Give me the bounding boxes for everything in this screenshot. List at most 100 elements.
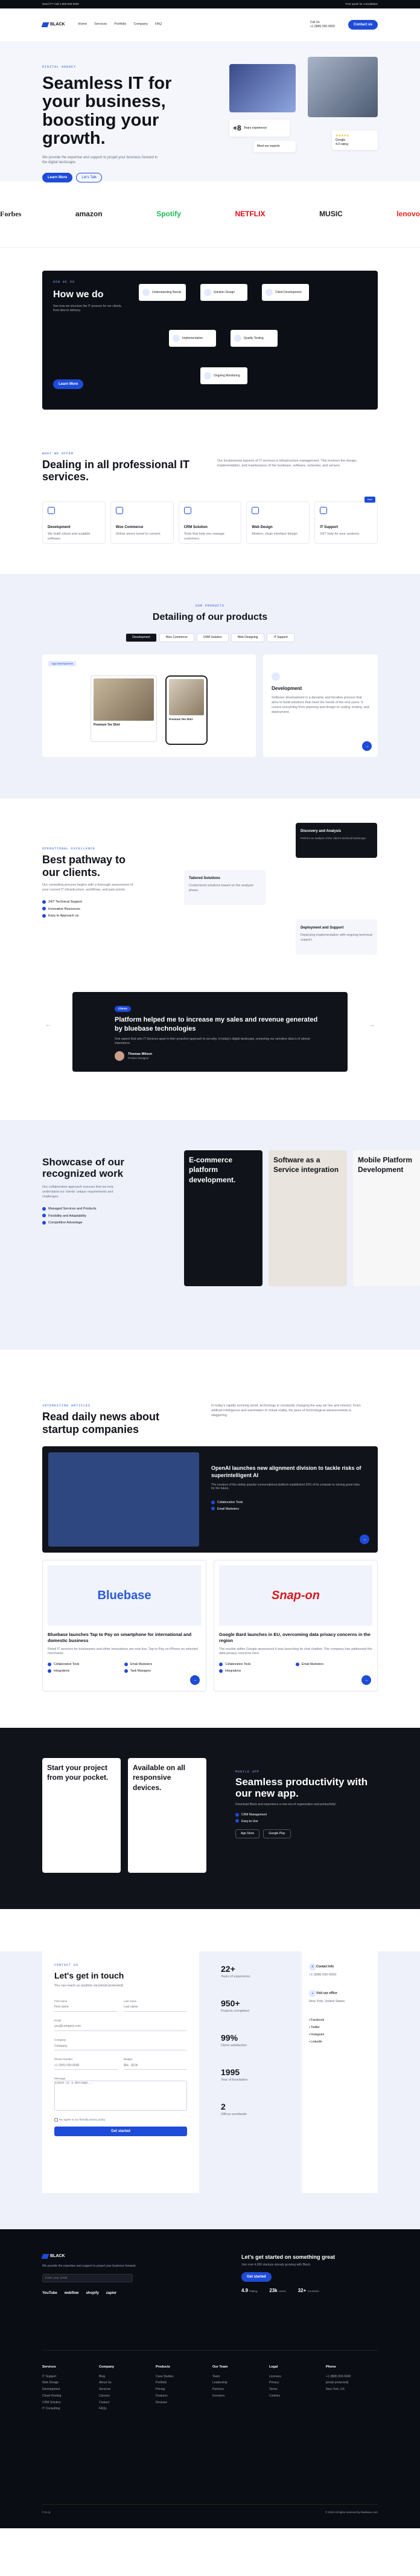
step-implementation: Implementation xyxy=(169,330,216,347)
nav-item-home[interactable]: Home xyxy=(78,22,88,27)
company-field[interactable] xyxy=(54,2042,187,2051)
experience-value: +8 xyxy=(233,124,241,132)
app-tag: App Development xyxy=(48,661,76,667)
product-mock-desktop: Premium Tee Shirt xyxy=(91,675,157,742)
location-icon: ⌖ xyxy=(309,1990,316,1998)
arrow-right-icon[interactable]: → xyxy=(360,1534,369,1545)
agree-checkbox[interactable] xyxy=(54,2117,58,2122)
featured-image xyxy=(48,1452,199,1547)
next-arrow-icon[interactable]: → xyxy=(369,1021,375,1029)
pathway-point: 24/7 Technical Support xyxy=(42,899,139,906)
prev-arrow-icon[interactable]: ← xyxy=(45,1021,51,1029)
arrow-right-icon[interactable]: → xyxy=(361,1675,371,1686)
contact-note: You can reach us anytime via [email prot… xyxy=(54,1983,123,1988)
social-instagram[interactable]: ▪ Instagram xyxy=(309,2031,371,2038)
service-card-development[interactable]: Development We build robust and scalable … xyxy=(42,501,106,544)
rating-value: 4.9 rating xyxy=(336,142,348,146)
social-linkedin[interactable]: ▪ LinkedIn xyxy=(309,2038,371,2046)
news-section: Interesting articles Read daily news abo… xyxy=(0,1350,420,1728)
nav-item-portfolio[interactable]: Portfolio xyxy=(114,22,126,27)
tab-web-designing[interactable]: Web Designing xyxy=(231,633,265,643)
services-desc: Our fundamental aspects of IT services i… xyxy=(217,459,357,468)
news-card-bluebase[interactable]: Bluebase Bluebase launches Tap to Pay on… xyxy=(42,1560,206,1692)
product-preview: App Development Premium Tee Shirt Premiu… xyxy=(42,654,256,758)
service-card-it-support[interactable]: IT Support 24/7 help for your systems. xyxy=(314,501,378,544)
nav-item-company[interactable]: Company xyxy=(133,22,148,27)
product-tabs: Development Woo Commerce CRM Solution We… xyxy=(42,633,378,643)
products-section: Our products Detailing of our products D… xyxy=(0,574,420,799)
budget-field[interactable] xyxy=(124,2061,187,2070)
app-card-pocket: Start your project from your pocket. xyxy=(42,1758,121,1873)
experience-label: Years experience xyxy=(243,126,267,130)
hero-subtitle: We provide the expertise and support to … xyxy=(42,155,158,165)
arrow-right-icon[interactable]: → xyxy=(362,741,372,752)
author-role: Product Designer xyxy=(128,1057,149,1060)
last-name-field[interactable] xyxy=(124,2003,187,2012)
arrow-right-icon[interactable]: → xyxy=(190,1675,200,1686)
footer-news-title: Let's get started on something great xyxy=(241,2254,336,2261)
submit-button[interactable]: Get started xyxy=(54,2127,187,2137)
meet-experts-label: Meet our experts xyxy=(257,144,280,148)
footer-news-text: Join over 4,000 startups already growing… xyxy=(241,2263,311,2267)
step-monitoring: Ongoing Monitoring xyxy=(200,367,247,384)
pathway-point: Easy to Approach us xyxy=(42,913,139,920)
tab-woo-commerce[interactable]: Woo Commerce xyxy=(159,633,194,643)
service-card-woocommerce[interactable]: Woo Commerce Online stores tuned to conve… xyxy=(110,501,174,544)
app-card-responsive: Available on all responsive devices. xyxy=(128,1758,206,1873)
nav-item-faq[interactable]: FAQ xyxy=(155,22,162,27)
footer-about: We provide the expertise and support to … xyxy=(42,2264,136,2268)
avatar xyxy=(115,1051,124,1061)
phone-number[interactable]: +1 (888) 000-0000 xyxy=(310,25,335,29)
author-name: Thomas Milson xyxy=(128,1052,153,1056)
hero-image-expert xyxy=(308,57,378,117)
lets-talk-button[interactable]: Let's Talk xyxy=(76,172,103,182)
nav-item-services[interactable]: Services xyxy=(94,22,107,27)
pathway-point: Innovative Resources xyxy=(42,906,139,913)
top-bar-right[interactable]: Free quote for consultation xyxy=(345,2,378,6)
email-field[interactable] xyxy=(54,2022,187,2031)
how-we-do-section: How we do How we do See how we structure… xyxy=(0,248,420,434)
footer: BLACK We provide the expertise and suppo… xyxy=(0,2229,420,2529)
phone-field[interactable] xyxy=(54,2061,118,2070)
featured-article[interactable]: OpenAI launches new alignment division t… xyxy=(42,1446,378,1553)
first-name-field[interactable] xyxy=(54,2003,118,2012)
social-twitter[interactable]: ▪ Twitter xyxy=(309,2024,371,2031)
step-testing: Quality Testing xyxy=(231,330,278,347)
tab-crm[interactable]: CRM Solution xyxy=(196,633,229,643)
news-card-snapon[interactable]: Snap-on Google Bard launches in EU, over… xyxy=(214,1560,378,1692)
new-badge: New xyxy=(364,497,375,503)
tab-development[interactable]: Development xyxy=(126,633,157,643)
footer-links: Services IT Support Web Design Development C… xyxy=(42,2350,378,2413)
app-store-button[interactable]: App Store xyxy=(235,1829,260,1838)
how-subtitle: See how we structure the IT process for … xyxy=(53,304,122,313)
footer-cta-button[interactable]: Get started xyxy=(241,2272,272,2282)
footer-email-input[interactable] xyxy=(42,2274,133,2283)
news-desc: In today's rapidly evolving world, techn… xyxy=(211,1404,361,1418)
testimonial-text: One aspect that sets IT Services apart i… xyxy=(115,1037,310,1045)
pathway-eyebrow: Operational excellence xyxy=(42,847,96,851)
logo-icon xyxy=(41,22,49,27)
meet-experts-card[interactable]: Meet our experts xyxy=(253,141,296,152)
phone-label: Call Us xyxy=(310,21,320,24)
learn-more-button[interactable]: Learn More xyxy=(42,172,73,182)
testimonial-section: ← → Clients Platform helped me to increa… xyxy=(0,986,420,1120)
services-title: Dealing in all professional IT services. xyxy=(42,458,190,483)
app-eyebrow: Mobile app xyxy=(235,1770,260,1774)
pathway-section: Operational excellence Best pathway to o… xyxy=(0,799,420,955)
work-card-ecommerce[interactable]: E-commerce platform development. xyxy=(184,1150,262,1287)
how-learn-more-button[interactable]: Learn More xyxy=(53,379,84,390)
message-field[interactable] xyxy=(54,2081,187,2111)
work-card-saas[interactable]: Software as a Service integration xyxy=(269,1150,347,1287)
google-play-button[interactable]: Google Play xyxy=(263,1829,291,1838)
product-mock-phone: Premium Tee Shirt xyxy=(165,675,208,745)
testimonial-card: Clients Platform helped me to increase m… xyxy=(72,992,348,1072)
tab-it-support[interactable]: IT Support xyxy=(267,633,294,643)
social-icons[interactable]: f t in ◎ xyxy=(42,2511,51,2514)
service-card-crm[interactable]: CRM Solution Tools that help you manage c… xyxy=(178,501,242,544)
contact-button[interactable]: Contact us xyxy=(348,19,378,30)
brand-logo[interactable]: BLACK xyxy=(41,22,65,27)
social-facebook[interactable]: ▪ Facebook xyxy=(309,2017,371,2024)
step-solution: Solution Design xyxy=(200,284,247,301)
work-card-mobile[interactable]: Mobile Platform Development xyxy=(353,1150,420,1287)
service-card-web-design[interactable]: Web Design Modern, clean interface design… xyxy=(246,501,310,544)
